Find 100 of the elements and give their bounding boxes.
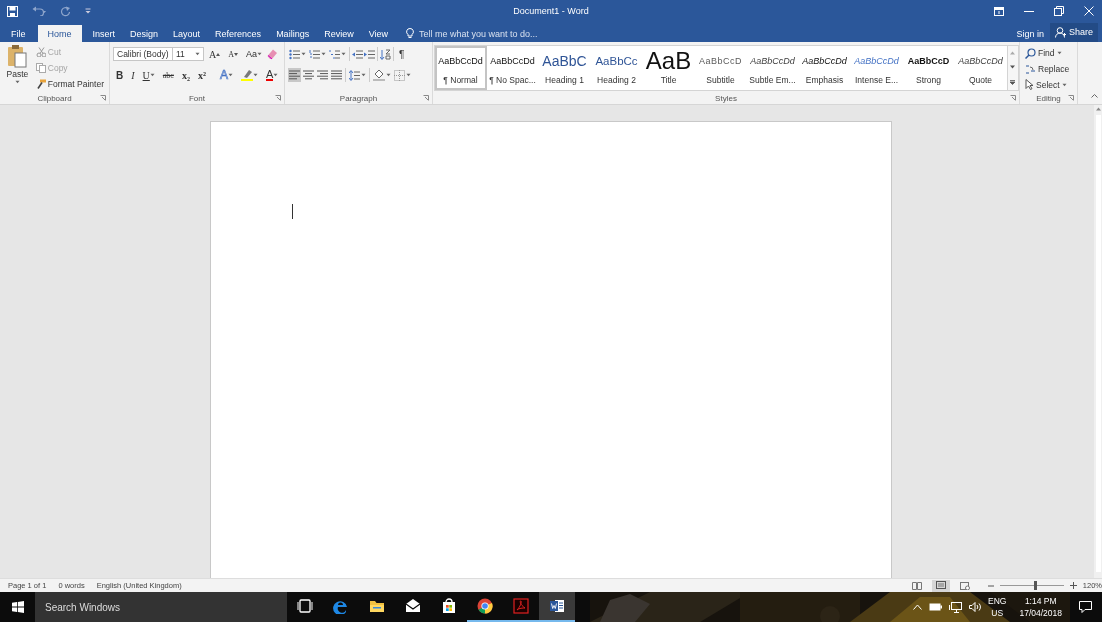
ribbon-display-icon[interactable] [994, 6, 1004, 16]
paste-button[interactable]: Paste [3, 44, 32, 90]
input-language[interactable]: ENG [988, 595, 1007, 607]
up-caret-icon [234, 52, 238, 56]
align-right-button[interactable] [316, 68, 329, 82]
show-marks-button[interactable]: ¶ [396, 46, 408, 62]
speaker-icon[interactable] [969, 602, 982, 612]
ribbon-tab[interactable]: Layout [166, 25, 208, 42]
ribbon-tab[interactable]: File [4, 25, 33, 42]
increase-indent-icon[interactable] [364, 48, 375, 60]
font-size-field[interactable]: 11 [172, 47, 204, 61]
text-cursor [292, 204, 293, 219]
group-label: Styles [715, 93, 737, 103]
font-name-field[interactable]: Calibri (Body) [113, 47, 173, 61]
caret-icon [273, 73, 279, 77]
replace-button[interactable]: Replace [1023, 61, 1074, 77]
group-label: Paragraph [339, 93, 378, 103]
caret-icon [252, 73, 258, 77]
print-layout-icon[interactable] [935, 580, 946, 589]
undo-icon[interactable] [32, 6, 46, 16]
dialog-launcher-icon[interactable] [423, 95, 429, 101]
eraser-icon[interactable] [267, 48, 279, 60]
clock-time[interactable]: 1:14 PM [1024, 595, 1057, 607]
group-label: Editing [1036, 93, 1061, 103]
person-icon [1054, 26, 1066, 38]
sign-in-link[interactable]: Sign in [1016, 25, 1044, 42]
italic-button[interactable]: I [128, 67, 138, 83]
ribbon-tab[interactable]: References [208, 25, 269, 42]
align-center-icon [303, 70, 314, 80]
line-spacing-icon [349, 69, 360, 81]
ribbon-tab[interactable]: Insert [85, 25, 123, 42]
caret-icon [1061, 82, 1067, 87]
swirl-square-icon [513, 598, 529, 614]
paintbrush-icon [35, 79, 46, 90]
painter-button[interactable]: Format Painter [33, 76, 106, 92]
line-spacing-button[interactable] [348, 67, 367, 83]
bold-button[interactable]: B [113, 67, 127, 83]
sup-button[interactable]: x² [194, 67, 209, 83]
redo-icon[interactable] [60, 5, 71, 17]
shading-button[interactable] [372, 67, 392, 83]
window-title: Document1 - Word [513, 6, 589, 16]
web-layout-icon[interactable] [959, 581, 970, 590]
lightbulb-icon [406, 28, 414, 39]
notification-icon[interactable] [1079, 601, 1092, 613]
vertical-scrollbar[interactable] [1094, 105, 1102, 578]
font-color-button[interactable]: A [262, 67, 282, 83]
dialog-launcher-icon[interactable] [100, 95, 106, 101]
search-field[interactable]: Search Windows [35, 592, 287, 622]
copy-icon [35, 63, 46, 73]
ribbon-tab[interactable]: Home [37, 25, 82, 42]
caret-icon [341, 52, 346, 56]
highlighter-icon [240, 69, 253, 81]
effects-button[interactable]: A [216, 67, 236, 83]
bullets-icon [289, 48, 300, 60]
tell-me-field[interactable]: Tell me what you want to do... [419, 28, 538, 39]
network-icon[interactable] [949, 601, 963, 613]
battery-icon[interactable] [929, 603, 943, 611]
dialog-launcher-icon[interactable] [275, 95, 281, 101]
slider-thumb[interactable] [1034, 581, 1037, 590]
taskbar-app[interactable] [539, 592, 575, 622]
restore-icon[interactable] [1054, 6, 1064, 16]
strike-button[interactable]: abc [159, 67, 177, 83]
align-left-button[interactable] [288, 68, 301, 82]
dialog-launcher-icon[interactable] [1010, 95, 1016, 101]
keyboard-region[interactable]: US [991, 607, 1004, 619]
select-button[interactable]: Select [1023, 77, 1074, 92]
ribbon-tab[interactable]: Design [123, 25, 166, 42]
ribbon-tab[interactable]: View [361, 25, 395, 42]
caret-icon [406, 73, 411, 77]
chevron-up-icon[interactable] [913, 604, 923, 610]
decrease-indent-icon[interactable] [352, 48, 363, 60]
align-center-button[interactable] [302, 68, 315, 82]
collapse-ribbon-icon[interactable] [1091, 94, 1098, 98]
sort-icon[interactable] [380, 48, 391, 60]
task-view-icon [297, 598, 313, 614]
find-button[interactable]: Find [1023, 46, 1074, 61]
dialog-launcher-icon[interactable] [1068, 95, 1074, 101]
more-styles-icon[interactable] [1010, 79, 1015, 85]
paint-bucket-icon [373, 69, 385, 81]
ribbon-tab[interactable]: Mailings [269, 25, 317, 42]
align-justify-button[interactable] [330, 68, 343, 82]
borders-button[interactable] [393, 67, 412, 83]
change-case-button[interactable]: Aa [243, 46, 266, 62]
round-browser-icon [477, 598, 493, 614]
swirl-icon [333, 598, 349, 614]
underline-button[interactable]: U [139, 67, 158, 83]
customize-icon[interactable] [85, 8, 91, 14]
grow-font-button[interactable]: A [206, 46, 224, 62]
sub-button[interactable]: x₂ [178, 67, 193, 83]
zoom-in-icon[interactable] [1069, 582, 1077, 589]
save-icon[interactable] [7, 5, 18, 17]
clock-date[interactable]: 17/04/2018 [1019, 607, 1062, 619]
read-mode-icon[interactable] [911, 581, 922, 590]
share-button[interactable]: Share [1049, 22, 1098, 42]
scroll-down-icon[interactable] [1010, 65, 1015, 70]
shrink-font-button[interactable]: A [225, 46, 241, 62]
ribbon-tab[interactable]: Review [317, 25, 361, 42]
style-option[interactable]: AaBbCcDd ¶ Normal [434, 46, 487, 90]
windows-logo-icon[interactable] [11, 601, 24, 613]
close-icon[interactable] [1084, 6, 1094, 16]
